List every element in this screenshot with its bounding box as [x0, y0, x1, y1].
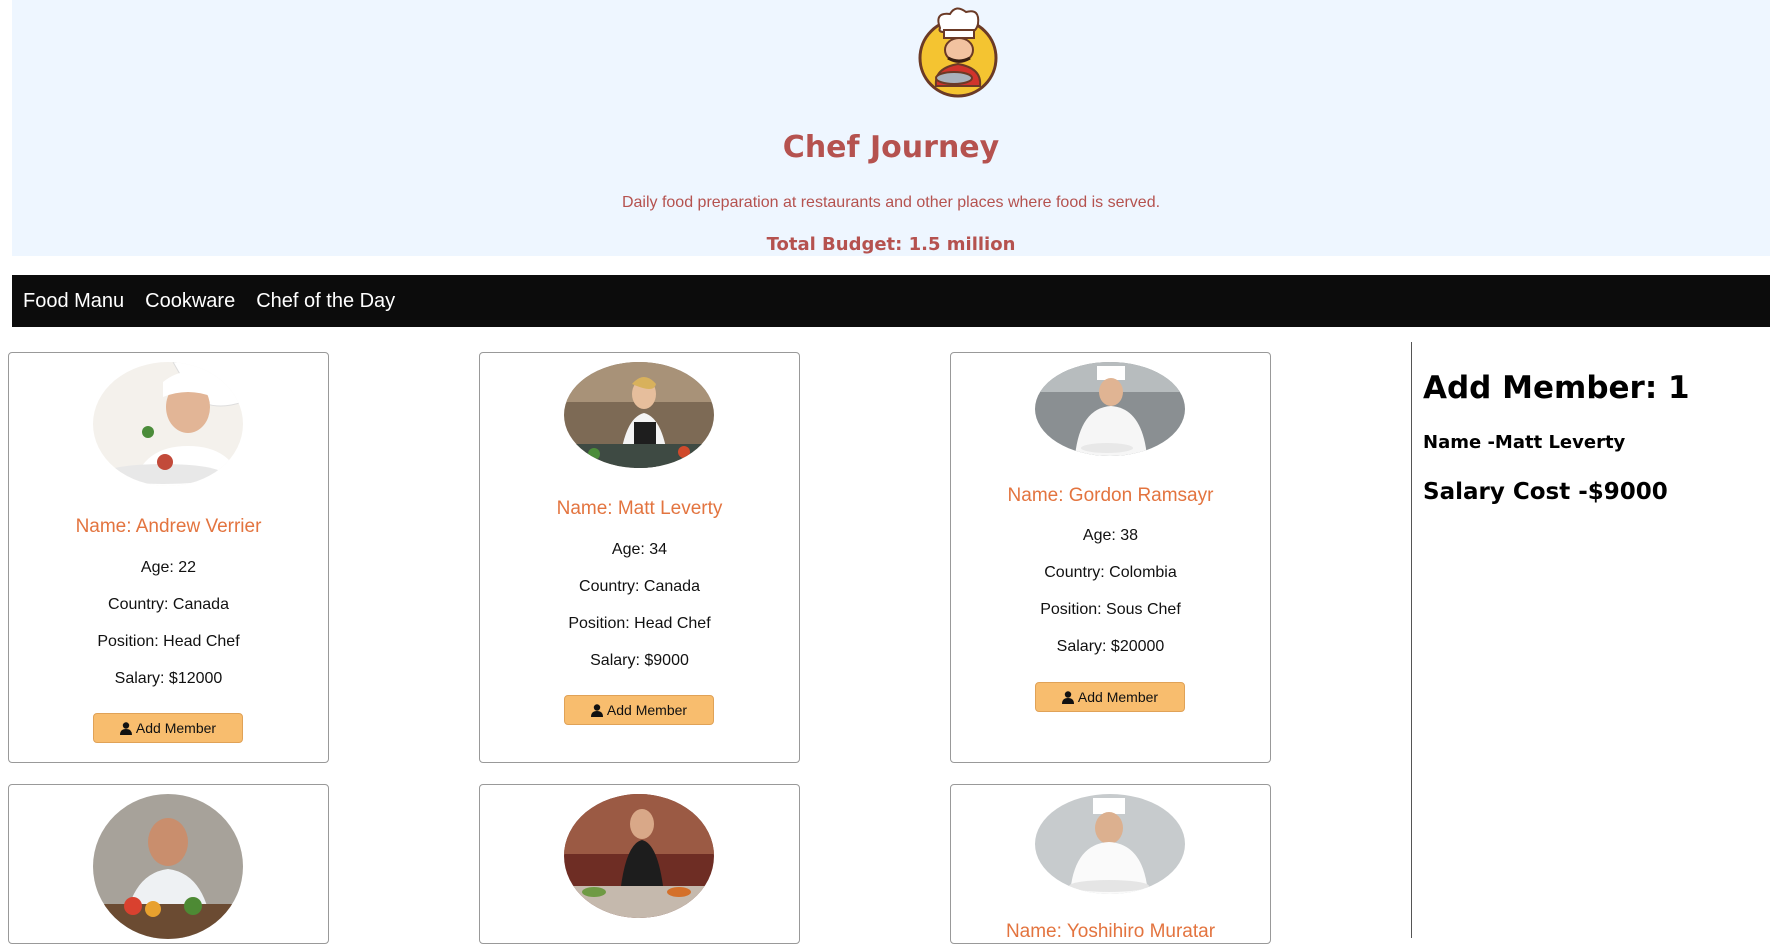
total-budget: Total Budget: 1.5 million	[766, 234, 1016, 255]
site-header: Chef Journey Daily food preparation at r…	[12, 0, 1770, 256]
nav-item-cookware[interactable]: Cookware	[145, 290, 235, 313]
chef-photo	[564, 362, 714, 468]
chef-photo	[1035, 362, 1185, 456]
chef-salary: Salary: $20000	[1056, 638, 1165, 655]
add-member-label: Add Member	[1077, 689, 1159, 705]
chef-age: Age: 34	[611, 541, 668, 558]
chef-card	[479, 784, 800, 944]
chef-name: Name: Matt Leverty	[556, 498, 723, 519]
chef-age: Age: 22	[140, 559, 197, 576]
add-member-label: Add Member	[135, 720, 217, 736]
chef-name: Name: Gordon Ramsayr	[1007, 485, 1214, 506]
chef-country: Country: Canada	[579, 578, 700, 595]
chef-position: Position: Head Chef	[97, 633, 240, 650]
chef-country: Country: Colombia	[1044, 564, 1177, 581]
chef-card: Name: Yoshihiro Muratar	[950, 784, 1271, 944]
chef-age: Age: 38	[1082, 527, 1139, 544]
page-title: Chef Journey	[782, 130, 1000, 165]
chef-name: Name: Andrew Verrier	[75, 516, 262, 537]
chef-card: Name: Gordon Ramsayr Age: 38 Country: Co…	[950, 352, 1271, 763]
user-icon	[119, 721, 132, 735]
chef-salary: Salary: $12000	[114, 670, 223, 687]
add-member-button[interactable]: Add Member	[564, 695, 714, 725]
chef-photo	[564, 794, 714, 918]
added-member-name: Name -Matt Leverty	[1423, 432, 1626, 453]
chef-position: Position: Head Chef	[568, 615, 711, 632]
chef-photo	[93, 362, 243, 486]
added-member-count: Add Member: 1	[1423, 370, 1690, 406]
add-member-label: Add Member	[606, 702, 688, 718]
chef-salary: Salary: $9000	[590, 652, 689, 669]
chef-photo	[93, 794, 243, 939]
sidebar-divider	[1411, 342, 1412, 938]
chef-position: Position: Sous Chef	[1040, 601, 1181, 618]
salary-cost: Salary Cost -$9000	[1423, 479, 1668, 505]
nav-item-food-manu[interactable]: Food Manu	[23, 290, 124, 313]
add-member-button[interactable]: Add Member	[93, 713, 243, 743]
chef-name: Name: Yoshihiro Muratar	[1005, 921, 1216, 942]
navbar: Food Manu Cookware Chef of the Day	[12, 275, 1770, 327]
page-description: Daily food preparation at restaurants an…	[621, 194, 1161, 211]
chef-logo-icon	[918, 7, 998, 98]
chef-card: Name: Matt Leverty Age: 34 Country: Cana…	[479, 352, 800, 763]
chef-photo	[1035, 794, 1185, 894]
chef-country: Country: Canada	[108, 596, 229, 613]
chef-card	[8, 784, 329, 944]
nav-item-chef-of-the-day[interactable]: Chef of the Day	[256, 290, 395, 313]
user-icon	[590, 703, 603, 717]
chef-card: Name: Andrew Verrier Age: 22 Country: Ca…	[8, 352, 329, 763]
add-member-button[interactable]: Add Member	[1035, 682, 1185, 712]
user-icon	[1061, 690, 1074, 704]
